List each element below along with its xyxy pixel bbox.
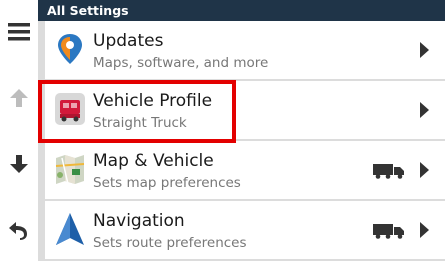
navigation-arrow-icon xyxy=(56,213,84,245)
highlight-box xyxy=(38,80,236,143)
menu-icon xyxy=(8,23,30,41)
map-vehicle-subtitle: Sets map preferences xyxy=(93,175,241,191)
chevron-right-icon xyxy=(420,222,429,238)
truck-icon xyxy=(373,164,404,179)
menu-button[interactable] xyxy=(0,12,38,52)
navigation-title: Navigation xyxy=(93,211,185,231)
list-item-map-vehicle[interactable]: Map & Vehicle Sets map preferences xyxy=(45,141,445,199)
back-icon xyxy=(9,222,27,240)
scroll-up-button[interactable] xyxy=(0,78,38,118)
left-rail xyxy=(0,0,38,261)
back-button[interactable] xyxy=(0,210,38,250)
updates-subtitle: Maps, software, and more xyxy=(93,55,269,71)
map-pin-update-icon xyxy=(58,34,82,64)
page-title: All Settings xyxy=(38,0,445,21)
chevron-right-icon xyxy=(420,162,429,178)
list-item-navigation[interactable]: Navigation Sets route preferences xyxy=(45,201,445,259)
truck-icon xyxy=(373,224,404,239)
arrow-down-icon xyxy=(10,155,28,173)
chevron-right-icon xyxy=(420,42,429,58)
scroll-down-button[interactable] xyxy=(0,144,38,184)
updates-title: Updates xyxy=(93,31,164,51)
arrow-up-icon xyxy=(10,89,28,107)
navigation-subtitle: Sets route preferences xyxy=(93,235,247,251)
list-item-updates[interactable]: Updates Maps, software, and more xyxy=(45,21,445,79)
chevron-right-icon xyxy=(420,102,429,118)
map-vehicle-title: Map & Vehicle xyxy=(93,151,214,171)
map-icon xyxy=(55,155,85,185)
